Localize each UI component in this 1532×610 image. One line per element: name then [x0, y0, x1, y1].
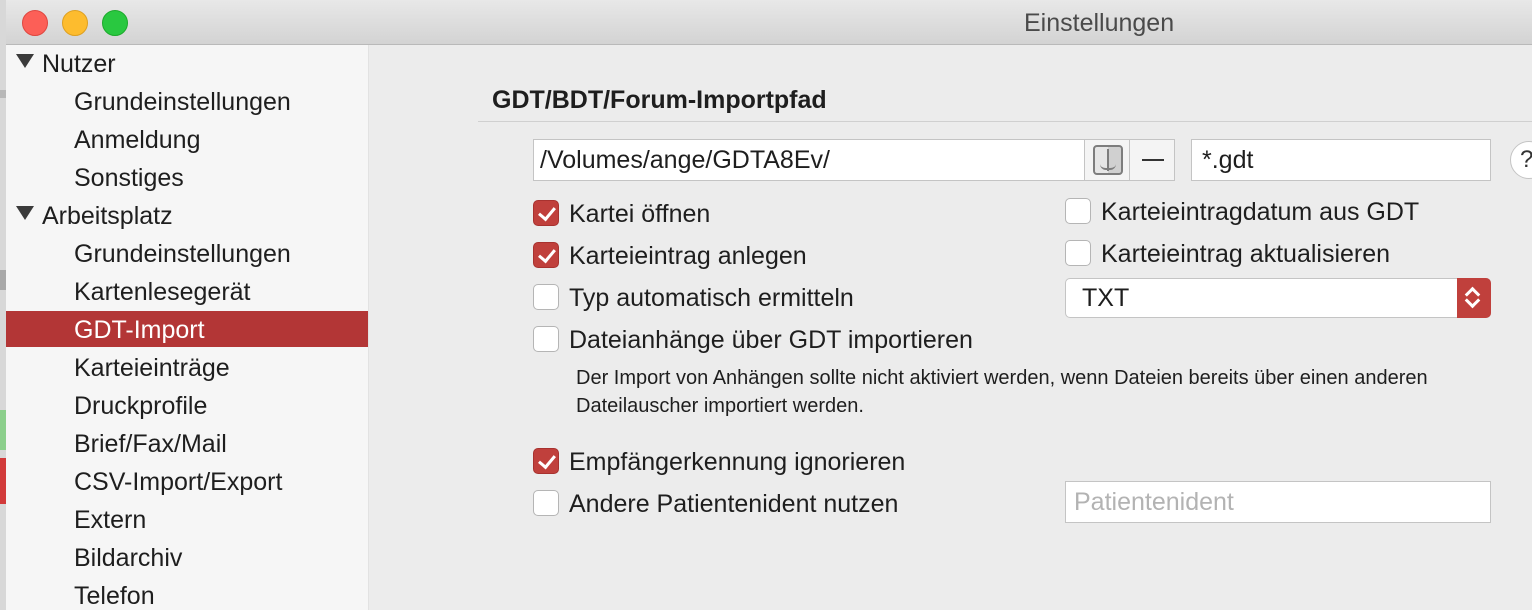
settings-window: Einstellungen Nutzer Grundeinstellungen …	[6, 0, 1532, 610]
sidebar-item-bildarchiv[interactable]: Bildarchiv	[6, 539, 368, 577]
disclosure-triangle-icon[interactable]	[16, 54, 34, 68]
sidebar-item-brief-fax-mail[interactable]: Brief/Fax/Mail	[6, 425, 368, 463]
sidebar-item-kartenlesegeraet[interactable]: Kartenlesegerät	[6, 273, 368, 311]
minimize-window-button[interactable]	[62, 10, 88, 36]
checkbox-label: Typ automatisch ermitteln	[569, 284, 854, 312]
sidebar-item-extern[interactable]: Extern	[6, 501, 368, 539]
sidebar-item-csv-import-export[interactable]: CSV-Import/Export	[6, 463, 368, 501]
type-select-value: TXT	[1082, 284, 1130, 312]
sidebar-item-gdt-import[interactable]: GDT-Import	[6, 311, 368, 347]
sidebar-group-arbeitsplatz[interactable]: Arbeitsplatz	[16, 197, 173, 235]
sidebar-item-grundeinstellungen-arbeitsplatz[interactable]: Grundeinstellungen	[6, 235, 368, 273]
file-extension-field[interactable]: *.gdt	[1191, 139, 1491, 181]
type-select[interactable]: TXT	[1065, 278, 1491, 318]
checkbox-box[interactable]	[1065, 198, 1091, 224]
help-button[interactable]: ?	[1510, 141, 1532, 179]
disclosure-triangle-icon[interactable]	[16, 206, 34, 220]
patientenident-field[interactable]: Patientenident	[1065, 481, 1491, 523]
checkbox-box[interactable]	[533, 448, 559, 474]
checkbox-box[interactable]	[533, 326, 559, 352]
close-window-button[interactable]	[22, 10, 48, 36]
choose-folder-button[interactable]	[1084, 139, 1130, 181]
zoom-window-button[interactable]	[102, 10, 128, 36]
window-title: Einstellungen	[1024, 9, 1175, 37]
checkbox-box[interactable]	[533, 490, 559, 516]
sidebar-item-karteieintraege[interactable]: Karteieinträge	[6, 349, 368, 387]
section-title: GDT/BDT/Forum-Importpfad	[492, 86, 827, 114]
sidebar-group-nutzer[interactable]: Nutzer	[16, 45, 116, 83]
checkbox-label: Kartei öffnen	[569, 200, 711, 228]
checkbox-label: Dateianhänge über GDT importieren	[569, 326, 973, 354]
sidebar-item-druckprofile[interactable]: Druckprofile	[6, 387, 368, 425]
sidebar-item-anmeldung[interactable]: Anmeldung	[6, 121, 368, 159]
minus-icon	[1142, 159, 1164, 161]
checkbox-label: Andere Patientenident nutzen	[569, 490, 899, 518]
chevron-up-down-icon[interactable]	[1457, 278, 1491, 318]
sidebar-item-sonstiges[interactable]: Sonstiges	[6, 159, 368, 197]
checkbox-label: Karteieintrag anlegen	[569, 242, 807, 270]
clear-path-button[interactable]	[1129, 139, 1175, 181]
attachment-note: Der Import von Anhängen sollte nicht akt…	[576, 367, 1428, 417]
checkbox-box[interactable]	[1065, 240, 1091, 266]
sidebar-item-telefon[interactable]: Telefon	[6, 577, 368, 610]
checkbox-box[interactable]	[533, 242, 559, 268]
checkbox-box[interactable]	[533, 200, 559, 226]
finder-icon	[1093, 145, 1123, 175]
section-divider	[478, 121, 1532, 122]
import-path-field[interactable]: /Volumes/ange/GDTA8Ev/	[533, 139, 1085, 181]
checkbox-box[interactable]	[533, 284, 559, 310]
sidebar-group-label: Nutzer	[42, 50, 116, 78]
checkbox-label: Empfängerkennung ignorieren	[569, 448, 906, 476]
sidebar-item-grundeinstellungen-nutzer[interactable]: Grundeinstellungen	[6, 83, 368, 121]
sidebar-group-label: Arbeitsplatz	[42, 202, 173, 230]
checkbox-label: Karteieintragdatum aus GDT	[1101, 198, 1420, 226]
checkbox-label: Karteieintrag aktualisieren	[1101, 240, 1391, 268]
sidebar: Nutzer Grundeinstellungen Anmeldung Sons…	[6, 45, 369, 610]
titlebar: Einstellungen	[6, 0, 1532, 45]
